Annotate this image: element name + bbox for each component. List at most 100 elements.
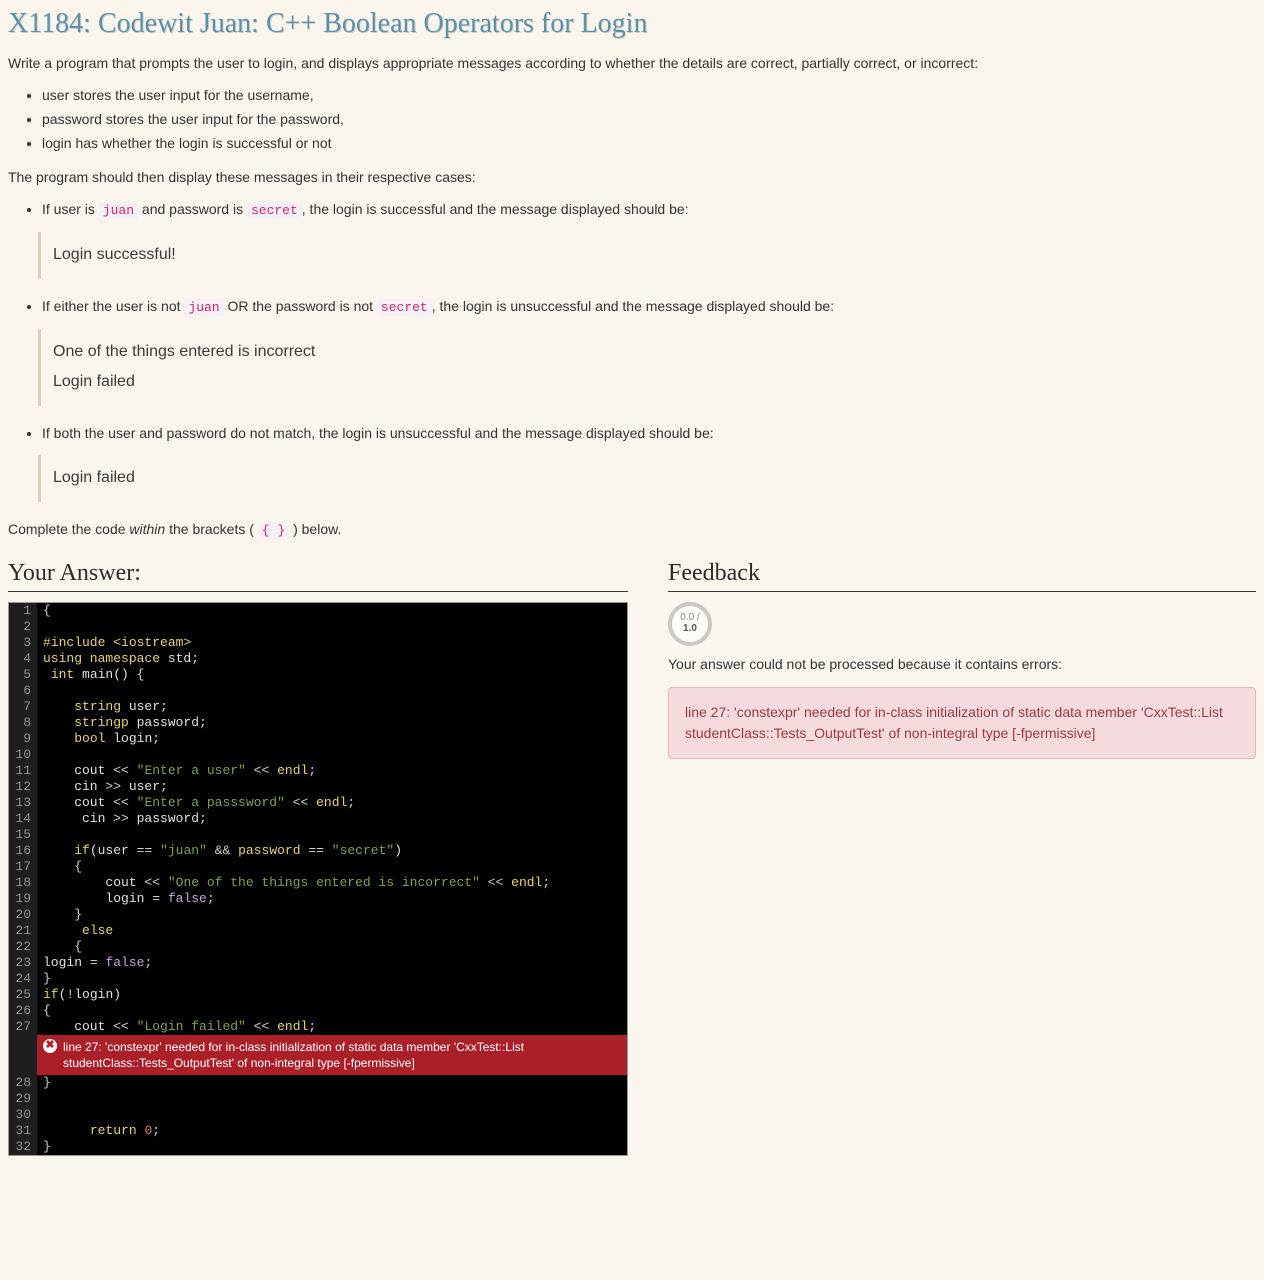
line-number: 5 — [9, 667, 37, 683]
code-line[interactable]: 9 bool login; — [9, 731, 627, 747]
line-number: 2 — [9, 619, 37, 635]
code-content[interactable]: string user; — [37, 699, 168, 715]
code-line[interactable]: 20 } — [9, 907, 627, 923]
code-line[interactable]: 11 cout << "Enter a user" << endl; — [9, 763, 627, 779]
line-number: 16 — [9, 843, 37, 859]
line-number: 13 — [9, 795, 37, 811]
code-content[interactable]: cout << "Enter a user" << endl; — [37, 763, 316, 779]
code-content[interactable]: return 0; — [37, 1123, 160, 1139]
code-content[interactable]: cout << "One of the things entered is in… — [37, 875, 550, 891]
code-line[interactable]: 4using namespace std; — [9, 651, 627, 667]
complete-em: within — [129, 521, 165, 537]
code-line[interactable]: 25if(!login) — [9, 987, 627, 1003]
code-editor[interactable]: 1{2 3#include <iostream>4using namespace… — [8, 602, 628, 1156]
line-number: 7 — [9, 699, 37, 715]
code-content[interactable]: if(user == "juan" && password == "secret… — [37, 843, 402, 859]
expected-output: One of the things entered is incorrect L… — [38, 329, 1256, 406]
code-line[interactable]: 19 login = false; — [9, 891, 627, 907]
code-line[interactable]: 14 cin >> password; — [9, 811, 627, 827]
list-item: password stores the user input for the p… — [42, 108, 1256, 132]
code-content[interactable] — [37, 683, 51, 699]
cases-intro: The program should then display these me… — [8, 166, 1256, 188]
code-line[interactable]: 28} — [9, 1075, 627, 1091]
line-number: 24 — [9, 971, 37, 987]
complete-post: ) below. — [289, 521, 341, 537]
code-content[interactable] — [37, 747, 51, 763]
line-number: 1 — [9, 603, 37, 619]
inline-error-text: line 27: 'constexpr' needed for in-class… — [63, 1039, 621, 1071]
case2-pre: If either the user is not — [42, 298, 184, 314]
code-content[interactable]: bool login; — [37, 731, 160, 747]
code-content[interactable]: { — [37, 603, 51, 619]
code-line[interactable]: 17 { — [9, 859, 627, 875]
code-content[interactable]: if(!login) — [37, 987, 121, 1003]
code-content[interactable]: { — [37, 859, 82, 875]
score-badge: 0.0 / 1.0 — [668, 602, 712, 646]
line-number: 29 — [9, 1091, 37, 1107]
code-line[interactable]: 6 — [9, 683, 627, 699]
code-content[interactable]: int main() { — [37, 667, 144, 683]
code-line[interactable]: 27 cout << "Login failed" << endl; — [9, 1019, 627, 1035]
line-number: 30 — [9, 1107, 37, 1123]
code-line[interactable]: 24} — [9, 971, 627, 987]
code-content[interactable] — [37, 1091, 51, 1107]
code-line[interactable]: 12 cin >> user; — [9, 779, 627, 795]
code-line[interactable]: 15 — [9, 827, 627, 843]
line-number: 20 — [9, 907, 37, 923]
code-line[interactable]: 13 cout << "Enter a passsword" << endl; — [9, 795, 627, 811]
code-line[interactable]: 22 { — [9, 939, 627, 955]
code-line[interactable]: 32} — [9, 1139, 627, 1155]
code-content[interactable]: { — [37, 939, 82, 955]
code-line[interactable]: 3#include <iostream> — [9, 635, 627, 651]
list-item: If user is juan and password is secret, … — [42, 198, 1256, 222]
code-content[interactable] — [37, 827, 51, 843]
code-line[interactable]: 31 return 0; — [9, 1123, 627, 1139]
code-line[interactable]: 30 — [9, 1107, 627, 1123]
line-number: 10 — [9, 747, 37, 763]
line-number: 17 — [9, 859, 37, 875]
code-content[interactable]: cout << "Login failed" << endl; — [37, 1019, 316, 1035]
code-content[interactable]: } — [37, 1139, 51, 1155]
code-line[interactable]: 26{ — [9, 1003, 627, 1019]
line-number: 22 — [9, 939, 37, 955]
complete-pre: Complete the code — [8, 521, 129, 537]
code-line[interactable]: 7 string user; — [9, 699, 627, 715]
line-number: 15 — [9, 827, 37, 843]
inline-error-banner: ✖line 27: 'constexpr' needed for in-clas… — [37, 1035, 627, 1075]
code-content[interactable]: cout << "Enter a passsword" << endl; — [37, 795, 355, 811]
code-line[interactable]: 29 — [9, 1091, 627, 1107]
code-line[interactable]: 23login = false; — [9, 955, 627, 971]
code-content[interactable] — [37, 1107, 51, 1123]
code-line[interactable]: 5 int main() { — [9, 667, 627, 683]
code-content[interactable]: { — [37, 1003, 51, 1019]
code-line[interactable]: 18 cout << "One of the things entered is… — [9, 875, 627, 891]
code-line[interactable]: 2 — [9, 619, 627, 635]
line-number: 27 — [9, 1019, 37, 1035]
intro-text: Write a program that prompts the user to… — [8, 52, 1256, 74]
code-content[interactable]: #include <iostream> — [37, 635, 191, 651]
code-content[interactable] — [37, 619, 51, 635]
code-line[interactable]: 10 — [9, 747, 627, 763]
code-line[interactable]: 1{ — [9, 603, 627, 619]
complete-mid: the brackets ( — [165, 521, 258, 537]
code-content[interactable]: using namespace std; — [37, 651, 199, 667]
code-line[interactable]: 21 else — [9, 923, 627, 939]
case-list: If user is juan and password is secret, … — [42, 198, 1256, 222]
case1-mid: and password is — [138, 201, 247, 217]
score-total: 1.0 — [683, 624, 697, 635]
code-content[interactable]: cin >> user; — [37, 779, 168, 795]
variable-list: user stores the user input for the usern… — [42, 84, 1256, 155]
code-content[interactable]: else — [37, 923, 113, 939]
list-item: user stores the user input for the usern… — [42, 84, 1256, 108]
line-number: 9 — [9, 731, 37, 747]
code-line[interactable]: 8 stringp password; — [9, 715, 627, 731]
code-line[interactable]: 16 if(user == "juan" && password == "sec… — [9, 843, 627, 859]
code-content[interactable]: login = false; — [37, 955, 152, 971]
line-number: 21 — [9, 923, 37, 939]
code-content[interactable]: } — [37, 907, 82, 923]
code-content[interactable]: login = false; — [37, 891, 215, 907]
code-content[interactable]: } — [37, 1075, 51, 1091]
code-content[interactable]: stringp password; — [37, 715, 207, 731]
code-content[interactable]: cin >> password; — [37, 811, 207, 827]
code-content[interactable]: } — [37, 971, 51, 987]
